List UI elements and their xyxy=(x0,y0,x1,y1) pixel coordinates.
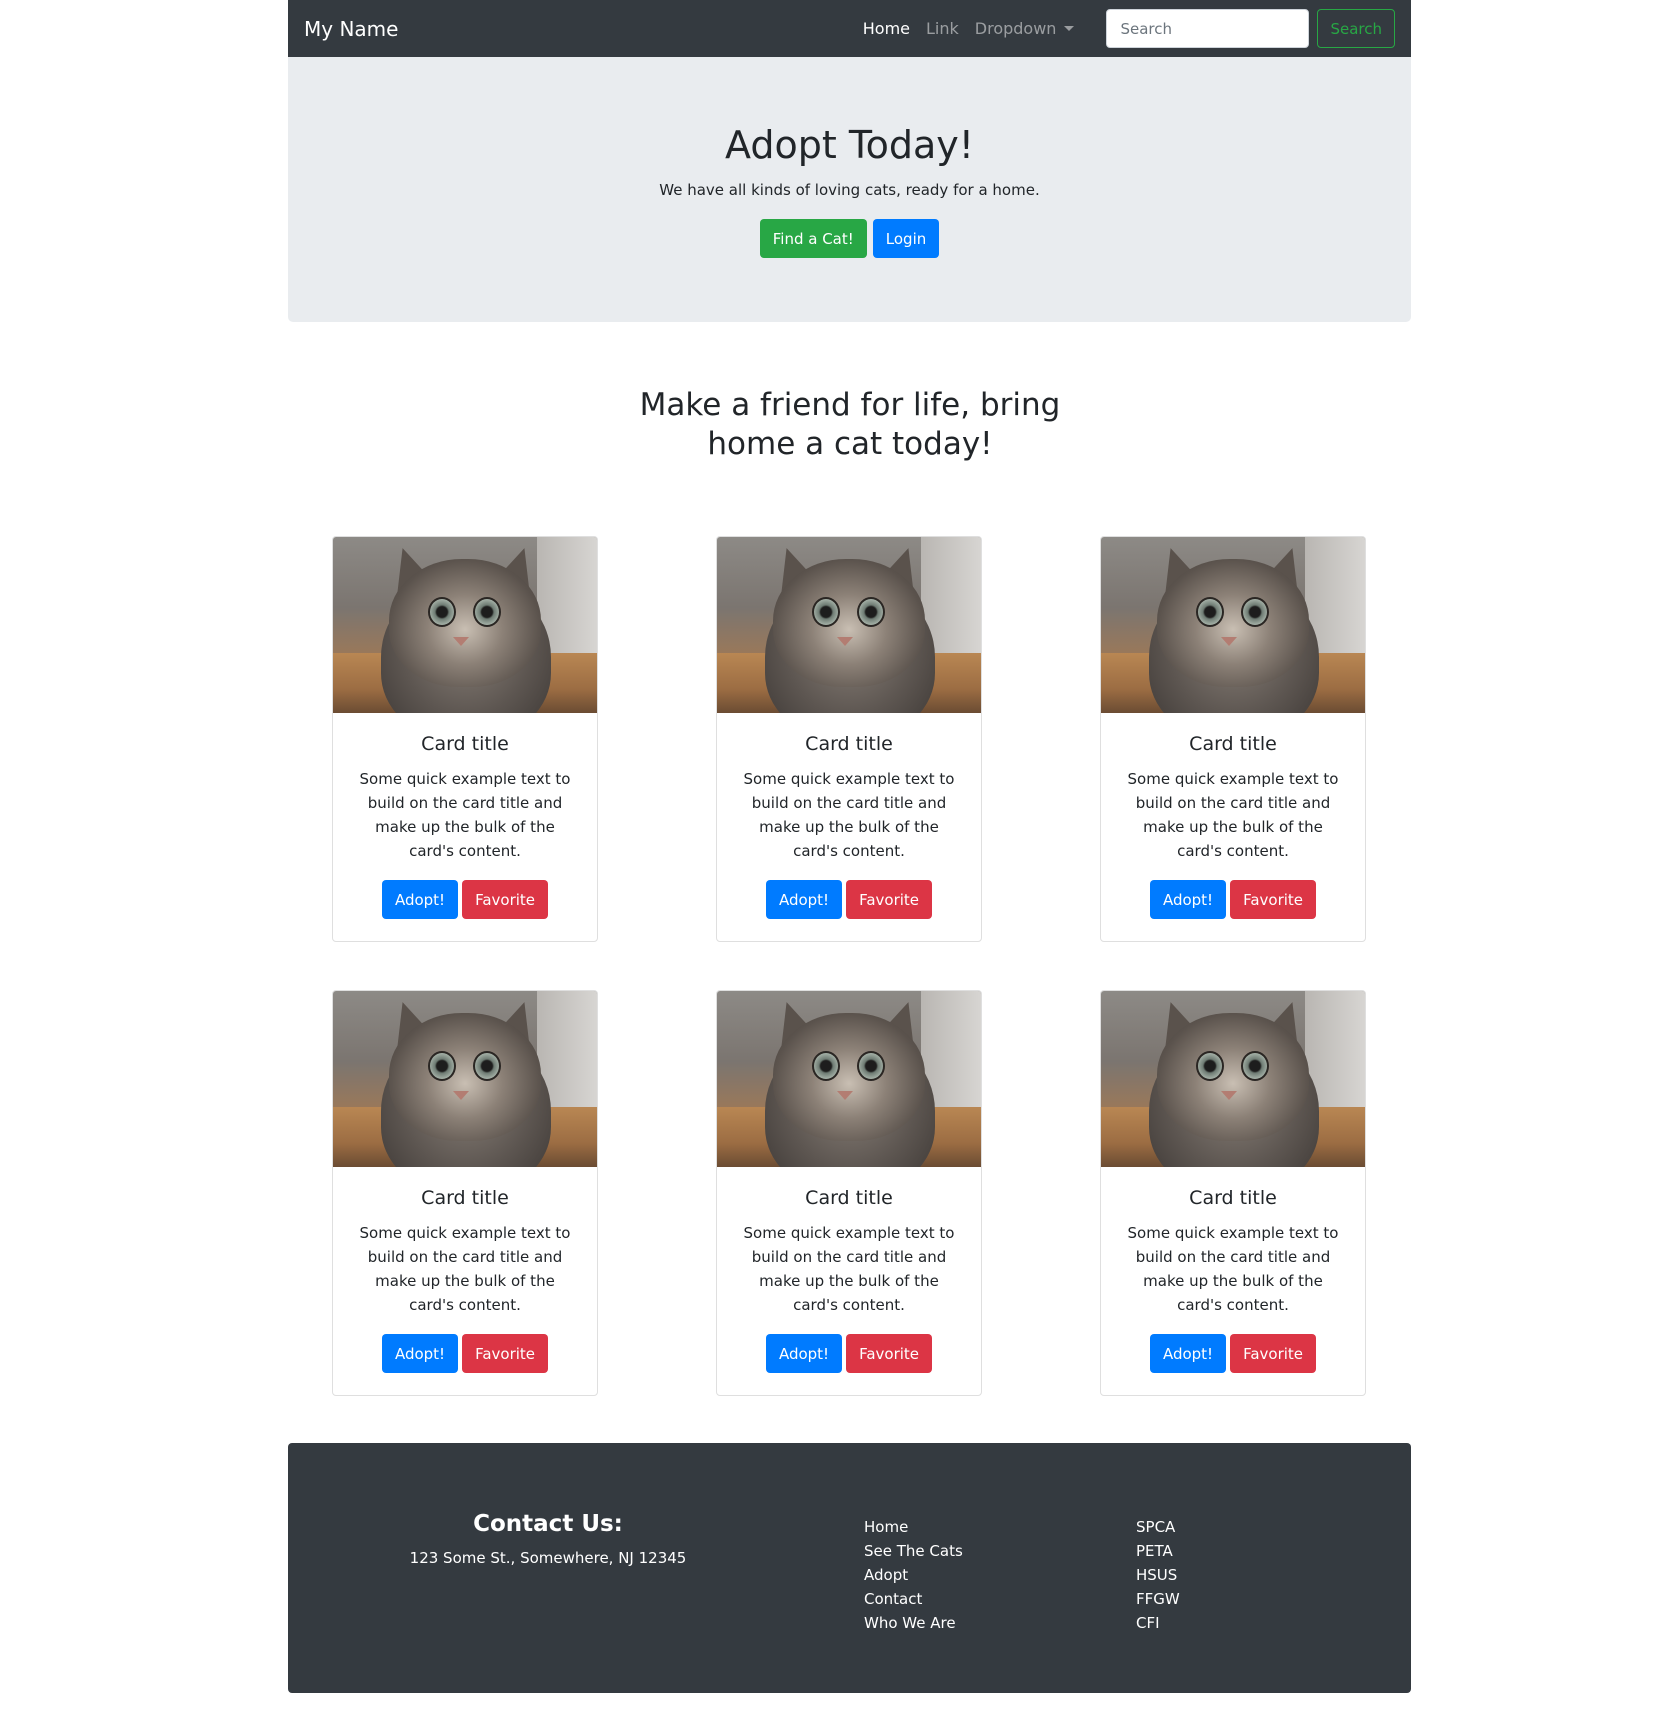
adopt-button[interactable]: Adopt! xyxy=(1149,880,1227,919)
card-text: Some quick example text to build on the … xyxy=(359,1224,571,1314)
nav-link-home[interactable]: Home xyxy=(855,19,918,38)
card-text: Some quick example text to build on the … xyxy=(743,770,955,860)
card-text: Some quick example text to build on the … xyxy=(1127,770,1339,860)
hero-title: Adopt Today! xyxy=(725,123,974,167)
card-text: Some quick example text to build on the … xyxy=(743,1224,955,1314)
caret-down-icon xyxy=(1064,26,1075,31)
cat-card: Card title Some quick example text to bu… xyxy=(1100,536,1366,942)
hero-buttons: Find a Cat! Login xyxy=(288,219,1411,258)
find-a-cat-button[interactable]: Find a Cat! xyxy=(759,219,867,258)
nav-dropdown[interactable]: Dropdown xyxy=(967,19,1083,38)
navbar-brand[interactable]: My Name xyxy=(304,17,398,41)
kitten-photo xyxy=(717,537,981,713)
footer-org-hsus[interactable]: HSUS xyxy=(1136,1563,1180,1587)
tagline: Make a friend for life, bring home a cat… xyxy=(639,387,1061,462)
card-title: Card title xyxy=(805,733,893,755)
adopt-button[interactable]: Adopt! xyxy=(381,1334,459,1373)
navbar: My Name Home Link Dropdown Search xyxy=(288,0,1411,57)
adopt-button[interactable]: Adopt! xyxy=(1149,1334,1227,1373)
footer: Contact Us: 123 Some St., Somewhere, NJ … xyxy=(288,1443,1411,1693)
cat-card: Card title Some quick example text to bu… xyxy=(716,990,982,1396)
kitten-photo xyxy=(1101,991,1365,1167)
search-button[interactable]: Search xyxy=(1317,9,1395,48)
footer-link-who-we-are[interactable]: Who We Are xyxy=(864,1611,963,1635)
nav-link-link[interactable]: Link xyxy=(918,19,967,38)
favorite-button[interactable]: Favorite xyxy=(846,1334,933,1373)
nav-dropdown-label: Dropdown xyxy=(974,19,1057,38)
favorite-button[interactable]: Favorite xyxy=(462,880,549,919)
footer-org-cfi[interactable]: CFI xyxy=(1136,1611,1180,1635)
footer-org-peta[interactable]: PETA xyxy=(1136,1539,1180,1563)
favorite-button[interactable]: Favorite xyxy=(1230,1334,1317,1373)
footer-link-contact[interactable]: Contact xyxy=(864,1587,963,1611)
footer-orgs: SPCA PETA HSUS FFGW CFI xyxy=(1136,1515,1180,1635)
footer-link-adopt[interactable]: Adopt xyxy=(864,1563,963,1587)
favorite-button[interactable]: Favorite xyxy=(846,880,933,919)
adopt-button[interactable]: Adopt! xyxy=(381,880,459,919)
kitten-photo xyxy=(1101,537,1365,713)
contact-address: 123 Some St., Somewhere, NJ 12345 xyxy=(409,1549,687,1567)
card-title: Card title xyxy=(421,733,509,755)
cat-card: Card title Some quick example text to bu… xyxy=(332,990,598,1396)
card-text: Some quick example text to build on the … xyxy=(1127,1224,1339,1314)
adopt-button[interactable]: Adopt! xyxy=(765,880,843,919)
kitten-photo xyxy=(333,537,597,713)
cat-card: Card title Some quick example text to bu… xyxy=(332,536,598,942)
card-title: Card title xyxy=(421,1187,509,1209)
search-input[interactable] xyxy=(1106,9,1310,48)
footer-org-ffgw[interactable]: FFGW xyxy=(1136,1587,1180,1611)
contact-heading: Contact Us: xyxy=(473,1511,623,1537)
hero-lead: We have all kinds of loving cats, ready … xyxy=(659,181,1040,199)
favorite-button[interactable]: Favorite xyxy=(1230,880,1317,919)
footer-links: Home See The Cats Adopt Contact Who We A… xyxy=(864,1515,963,1635)
card-text: Some quick example text to build on the … xyxy=(359,770,571,860)
footer-link-home[interactable]: Home xyxy=(864,1515,963,1539)
favorite-button[interactable]: Favorite xyxy=(462,1334,549,1373)
kitten-photo xyxy=(717,991,981,1167)
card-title: Card title xyxy=(805,1187,893,1209)
cat-card: Card title Some quick example text to bu… xyxy=(716,536,982,942)
kitten-photo xyxy=(333,991,597,1167)
card-title: Card title xyxy=(1189,733,1277,755)
footer-org-spca[interactable]: SPCA xyxy=(1136,1515,1180,1539)
footer-link-see-the-cats[interactable]: See The Cats xyxy=(864,1539,963,1563)
nav-links: Home Link Dropdown xyxy=(855,19,1083,38)
cat-card: Card title Some quick example text to bu… xyxy=(1100,990,1366,1396)
hero: Adopt Today! We have all kinds of loving… xyxy=(288,57,1411,322)
card-title: Card title xyxy=(1189,1187,1277,1209)
login-button[interactable]: Login xyxy=(872,219,940,258)
adopt-button[interactable]: Adopt! xyxy=(765,1334,843,1373)
